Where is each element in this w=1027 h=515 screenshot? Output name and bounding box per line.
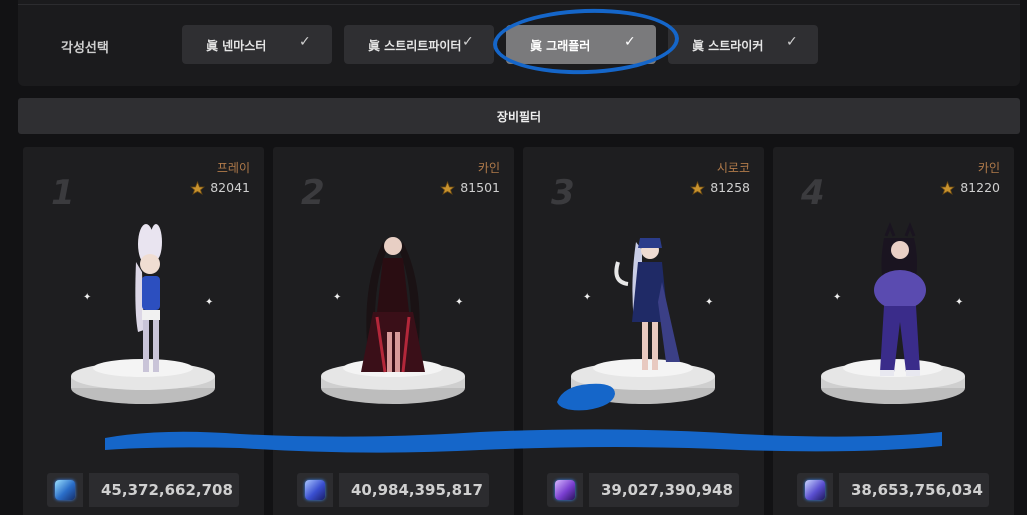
fame-emblem-icon (940, 180, 956, 195)
power-value: 38,653,756,034 (851, 481, 983, 499)
fame-value: 81220 (960, 180, 1000, 195)
sparkle-icon: ✦ (455, 297, 464, 308)
power-value: 40,984,395,817 (351, 481, 483, 499)
sparkle-icon: ✦ (205, 297, 214, 308)
rank-number: 2 (301, 173, 325, 213)
server-name: 카인 (977, 161, 1000, 175)
fame-emblem-icon (190, 180, 206, 195)
awakening-panel: 각성선택 眞 넨마스터 ✓ 眞 스트리트파이터 ✓ 眞 그래플러 ✓ 眞 스트라… (18, 0, 1020, 86)
combat-power: 39,027,390,948 (547, 473, 739, 507)
check-icon: ✓ (786, 34, 798, 50)
option-label: 眞 넨마스터 (206, 39, 267, 53)
combat-power: 45,372,662,708 (47, 473, 239, 507)
awakening-label: 각성선택 (61, 41, 109, 56)
fame-value: 81258 (710, 180, 750, 195)
power-crystal-icon (305, 480, 325, 500)
option-label: 眞 그래플러 (530, 39, 591, 53)
divider (18, 4, 1020, 5)
rank-number: 1 (51, 173, 75, 213)
option-label: 眞 스트리트파이터 (368, 39, 462, 53)
equipment-filter-button[interactable]: 장비필터 (18, 98, 1020, 134)
rank-number: 3 (551, 173, 575, 213)
fame-value: 82041 (210, 180, 250, 195)
power-value: 45,372,662,708 (101, 481, 233, 499)
power-crystal-icon (555, 480, 575, 500)
fame-value: 81501 (460, 180, 500, 195)
ranking-card-2[interactable]: 2 카인 81501 ✦ ✦ 40,984,395,817 (273, 147, 514, 515)
combat-power: 40,984,395,817 (297, 473, 489, 507)
sparkle-icon: ✦ (333, 292, 342, 303)
check-icon: ✓ (299, 34, 311, 50)
fame-emblem-icon (690, 180, 706, 195)
divider (833, 473, 839, 507)
divider (83, 473, 89, 507)
fame-score: 81220 (940, 180, 1000, 195)
sparkle-icon: ✦ (583, 292, 592, 303)
sparkle-icon: ✦ (83, 292, 92, 303)
server-name: 시로코 (716, 161, 750, 175)
awakening-option-grappler[interactable]: 眞 그래플러 ✓ (506, 25, 656, 64)
server-name: 카인 (477, 161, 500, 175)
check-icon: ✓ (462, 34, 474, 50)
fame-score: 81258 (690, 180, 750, 195)
fame-emblem-icon (440, 180, 456, 195)
sparkle-icon: ✦ (705, 297, 714, 308)
filter-label: 장비필터 (496, 109, 542, 124)
server-name: 프레이 (216, 161, 250, 175)
combat-power: 38,653,756,034 (797, 473, 989, 507)
option-label: 眞 스트라이커 (692, 39, 764, 53)
power-value: 39,027,390,948 (601, 481, 733, 499)
ranking-card-4[interactable]: 4 카인 81220 ✦ ✦ 38,653,756,034 (773, 147, 1014, 515)
fame-score: 82041 (190, 180, 250, 195)
rank-number: 4 (801, 173, 825, 213)
character-sprite (135, 224, 162, 372)
ranking-card-3[interactable]: 3 시로코 81258 ✦ ✦ 39,027,390,948 (523, 147, 764, 515)
check-icon: ✓ (624, 34, 636, 50)
divider (333, 473, 339, 507)
fame-score: 81501 (440, 180, 500, 195)
divider (583, 473, 589, 507)
awakening-option-nenmaster[interactable]: 眞 넨마스터 ✓ (182, 25, 332, 64)
awakening-option-striker[interactable]: 眞 스트라이커 ✓ (668, 25, 818, 64)
sparkle-icon: ✦ (833, 292, 842, 303)
power-crystal-icon (805, 480, 825, 500)
character-sprite (874, 222, 926, 376)
ranking-card-1[interactable]: 1 프레이 82041 ✦ ✦ 45,372,662,708 (23, 147, 264, 515)
sparkle-icon: ✦ (955, 297, 964, 308)
power-crystal-icon (55, 480, 75, 500)
awakening-option-streetfighter[interactable]: 眞 스트리트파이터 ✓ (344, 25, 494, 64)
character-sprite (361, 237, 425, 373)
character-sprite (614, 238, 680, 370)
